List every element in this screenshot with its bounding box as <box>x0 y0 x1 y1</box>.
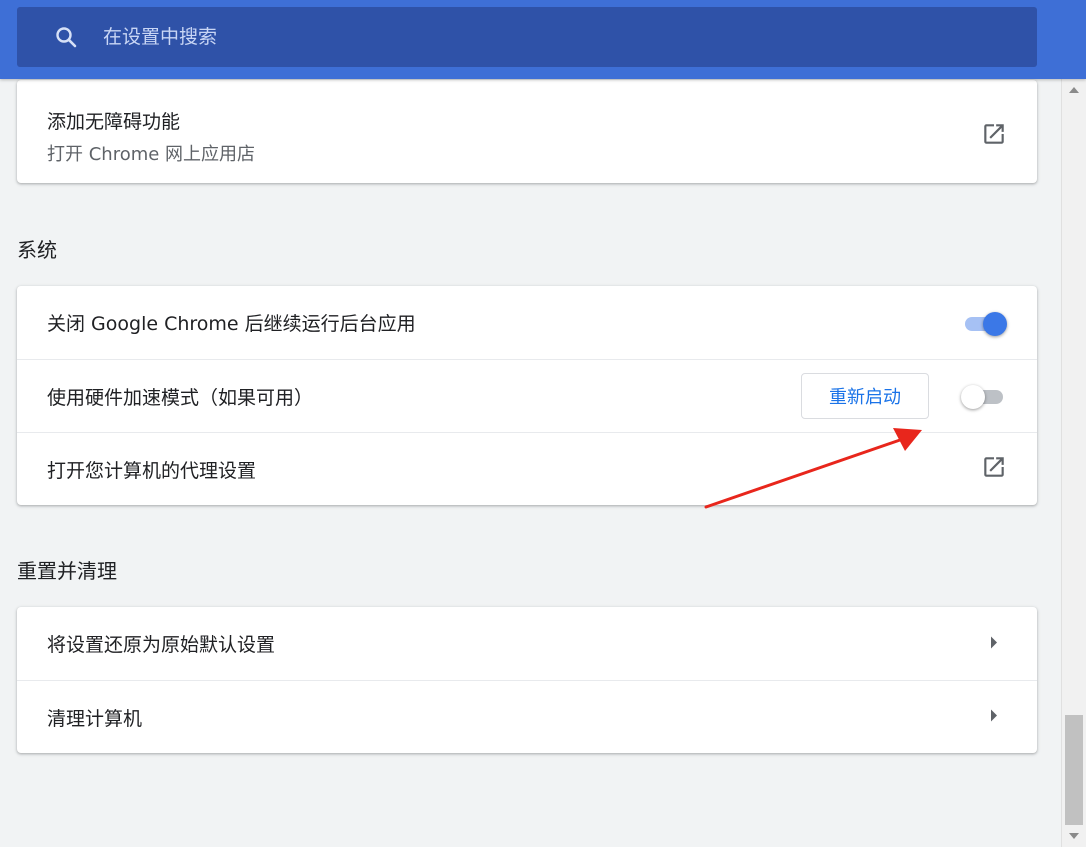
open-in-new-icon[interactable] <box>981 454 1007 484</box>
proxy-settings-row[interactable]: 打开您计算机的代理设置 <box>17 432 1037 505</box>
scroll-thumb[interactable] <box>1065 715 1083 825</box>
background-apps-toggle[interactable] <box>961 311 1007 336</box>
reset-section-title: 重置并清理 <box>17 559 117 583</box>
chevron-right-icon <box>989 634 999 653</box>
scroll-up-arrow-icon[interactable] <box>1069 87 1079 93</box>
chevron-right-icon <box>989 708 999 727</box>
search-input[interactable] <box>101 25 955 49</box>
search-icon[interactable] <box>53 24 79 50</box>
cleanup-computer-row[interactable]: 清理计算机 <box>17 680 1037 753</box>
proxy-settings-label: 打开您计算机的代理设置 <box>47 459 257 482</box>
scrollbar[interactable] <box>1061 79 1086 847</box>
scroll-down-arrow-icon[interactable] <box>1069 833 1079 839</box>
add-accessibility-title: 添加无障碍功能 <box>47 111 181 133</box>
settings-page: 添加无障碍功能 打开 Chrome 网上应用店 系统 关闭 Google Chr… <box>0 0 1086 847</box>
hardware-acceleration-row[interactable]: 使用硬件加速模式（如果可用） 重新启动 <box>17 359 1037 432</box>
toggle-knob <box>983 311 1007 336</box>
hardware-acceleration-label: 使用硬件加速模式（如果可用） <box>47 386 314 409</box>
add-accessibility-subtitle: 打开 Chrome 网上应用店 <box>47 144 256 165</box>
restore-defaults-label: 将设置还原为原始默认设置 <box>47 634 276 656</box>
search-box[interactable] <box>17 7 1037 67</box>
reset-card: 将设置还原为原始默认设置 清理计算机 <box>17 607 1037 753</box>
hardware-acceleration-toggle[interactable] <box>961 384 1007 409</box>
cleanup-computer-label: 清理计算机 <box>47 707 143 730</box>
background-apps-row[interactable]: 关闭 Google Chrome 后继续运行后台应用 <box>17 286 1037 359</box>
background-apps-label: 关闭 Google Chrome 后继续运行后台应用 <box>47 313 416 335</box>
add-accessibility-row[interactable]: 添加无障碍功能 打开 Chrome 网上应用店 <box>17 80 1037 183</box>
accessibility-card: 添加无障碍功能 打开 Chrome 网上应用店 <box>17 80 1037 183</box>
open-in-new-icon[interactable] <box>981 121 1007 151</box>
settings-header <box>0 0 1086 79</box>
restore-defaults-row[interactable]: 将设置还原为原始默认设置 <box>17 607 1037 680</box>
restart-button[interactable]: 重新启动 <box>801 373 929 419</box>
system-section-title: 系统 <box>17 238 57 262</box>
system-card: 关闭 Google Chrome 后继续运行后台应用 使用硬件加速模式（如果可用… <box>17 286 1037 505</box>
toggle-knob <box>961 385 985 409</box>
